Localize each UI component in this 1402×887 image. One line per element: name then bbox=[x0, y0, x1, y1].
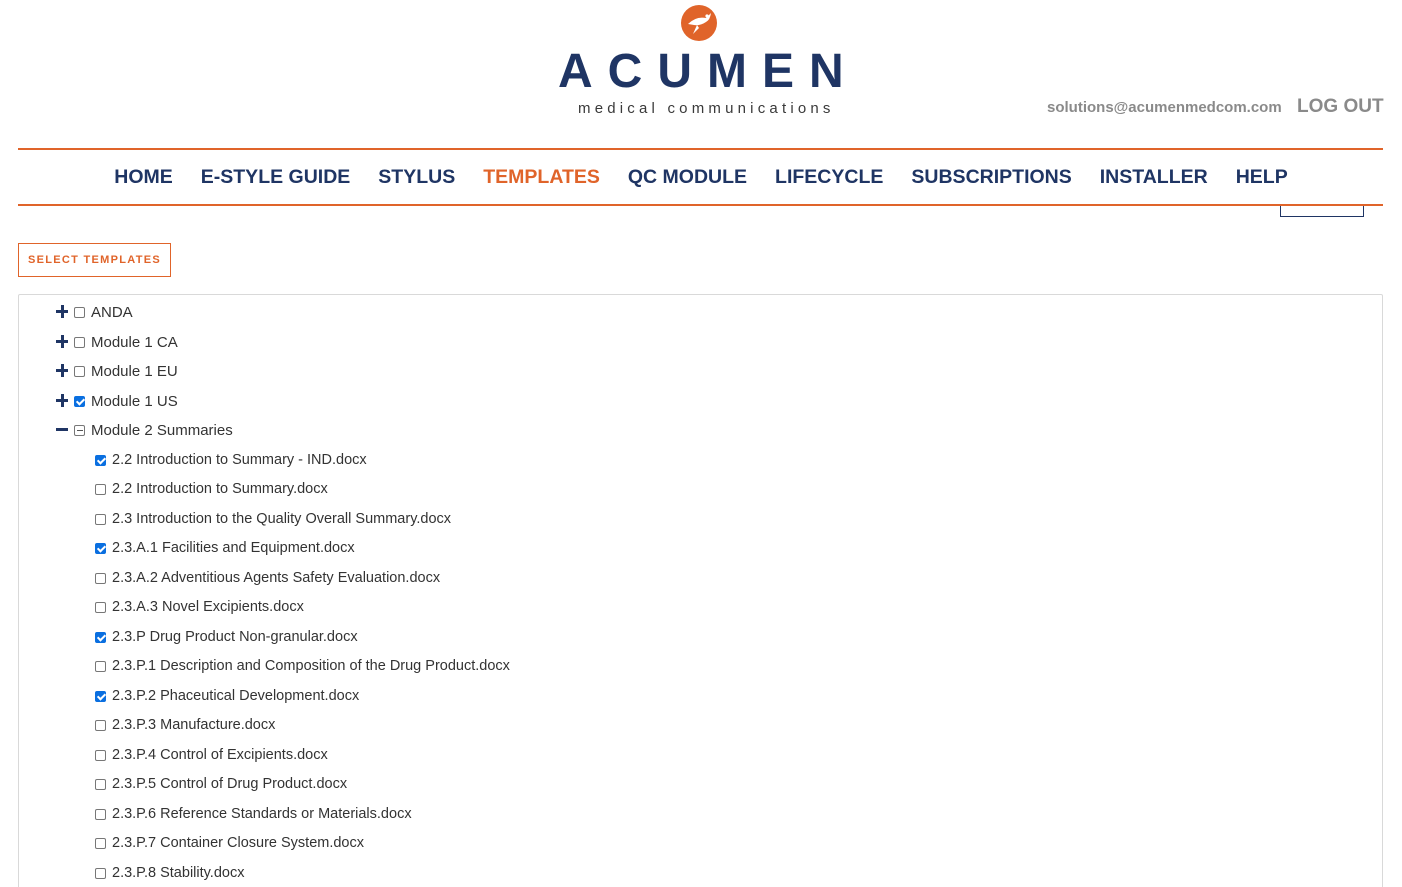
template-tree-panel bbox=[18, 294, 1383, 887]
file-checkbox[interactable] bbox=[95, 454, 106, 466]
page: ACUMEN medical communications solutions@… bbox=[0, 0, 1402, 887]
file-label: 2.3 Introduction to the Quality Overall … bbox=[112, 511, 452, 527]
expand-plus-icon[interactable] bbox=[56, 305, 70, 319]
folder-label: Module 1 CA bbox=[91, 333, 178, 351]
tree-folder-module-2-summaries[interactable]: Module 2 Summaries bbox=[56, 420, 233, 440]
file-checkbox[interactable] bbox=[95, 483, 106, 495]
file-checkbox[interactable] bbox=[95, 513, 106, 525]
nav-bottom-divider bbox=[18, 204, 1383, 206]
file-label: 2.3.A.3 Novel Excipients.docx bbox=[112, 599, 304, 615]
file-checkbox[interactable] bbox=[95, 572, 106, 584]
tree-file-item[interactable]: 2.2 Introduction to Summary.docx bbox=[95, 479, 328, 499]
file-label: 2.3.P.4 Control of Excipients.docx bbox=[112, 747, 328, 763]
tree-file-item[interactable]: 2.3.P.5 Control of Drug Product.docx bbox=[95, 774, 347, 794]
tree-folder-module-1-eu[interactable]: Module 1 EU bbox=[56, 361, 178, 381]
file-checkbox[interactable] bbox=[95, 542, 106, 554]
file-label: 2.3.P.5 Control of Drug Product.docx bbox=[112, 776, 348, 792]
folder-label: Module 1 EU bbox=[91, 362, 178, 380]
file-checkbox[interactable] bbox=[95, 749, 106, 761]
tree-file-item[interactable]: 2.3.P.8 Stability.docx bbox=[95, 863, 244, 883]
file-checkbox[interactable] bbox=[95, 601, 106, 613]
file-checkbox[interactable] bbox=[95, 837, 106, 849]
tree-file-item[interactable]: 2.2 Introduction to Summary - IND.docx bbox=[95, 450, 367, 470]
tree-file-item[interactable]: 2.3.P.4 Control of Excipients.docx bbox=[95, 745, 328, 765]
nav-installer[interactable]: INSTALLER bbox=[1100, 166, 1208, 189]
file-label: 2.3.A.1 Facilities and Equipment.docx bbox=[112, 540, 355, 556]
tree-file-item[interactable]: 2.3.P.3 Manufacture.docx bbox=[95, 715, 275, 735]
file-checkbox[interactable] bbox=[95, 660, 106, 672]
folder-label: ANDA bbox=[91, 303, 133, 321]
tree-folder-module-1-ca[interactable]: Module 1 CA bbox=[56, 332, 178, 352]
file-checkbox[interactable] bbox=[95, 778, 106, 790]
tree-file-item[interactable]: 2.3.A.1 Facilities and Equipment.docx bbox=[95, 538, 355, 558]
tree-file-item[interactable]: 2.3 Introduction to the Quality Overall … bbox=[95, 509, 451, 529]
file-checkbox[interactable] bbox=[95, 690, 106, 702]
nav-stylus[interactable]: STYLUS bbox=[378, 166, 455, 189]
folder-checkbox[interactable] bbox=[74, 306, 85, 318]
nav-help[interactable]: HELP bbox=[1236, 166, 1288, 189]
tree-file-item[interactable]: 2.3.A.2 Adventitious Agents Safety Evalu… bbox=[95, 568, 440, 588]
file-checkbox[interactable] bbox=[95, 867, 106, 879]
folder-label: Module 2 Summaries bbox=[91, 421, 233, 439]
file-label: 2.2 Introduction to Summary - IND.docx bbox=[112, 452, 367, 468]
file-label: 2.3.P.7 Container Closure System.docx bbox=[112, 835, 365, 851]
file-label: 2.3.A.2 Adventitious Agents Safety Evalu… bbox=[112, 570, 441, 586]
file-label: 2.3.P Drug Product Non-granular.docx bbox=[112, 629, 358, 645]
file-label: 2.3.P.2 Phaceutical Development.docx bbox=[112, 688, 360, 704]
nav-dropdown-stub bbox=[1280, 206, 1364, 217]
tree-file-item[interactable]: 2.3.P.1 Description and Composition of t… bbox=[95, 656, 510, 676]
folder-checkbox[interactable] bbox=[74, 365, 85, 377]
file-checkbox[interactable] bbox=[95, 719, 106, 731]
collapse-minus-icon[interactable] bbox=[56, 423, 70, 437]
file-label: 2.3.P.8 Stability.docx bbox=[112, 865, 245, 881]
expand-plus-icon[interactable] bbox=[56, 335, 70, 349]
tree-file-item[interactable]: 2.3.P.7 Container Closure System.docx bbox=[95, 833, 364, 853]
acumen-logo-icon[interactable] bbox=[680, 4, 718, 42]
file-label: 2.3.P.6 Reference Standards or Materials… bbox=[112, 806, 412, 822]
select-templates-button[interactable]: SELECT TEMPLATES bbox=[18, 243, 171, 277]
brand-tagline: medical communications bbox=[578, 100, 835, 117]
user-email: solutions@acumenmedcom.com bbox=[1047, 99, 1282, 116]
folder-checkbox[interactable] bbox=[74, 336, 85, 348]
nav-lifecycle[interactable]: LIFECYCLE bbox=[775, 166, 883, 189]
file-label: 2.3.P.1 Description and Composition of t… bbox=[112, 658, 510, 674]
folder-label: Module 1 US bbox=[91, 392, 178, 410]
nav-templates[interactable]: TEMPLATES bbox=[483, 166, 600, 189]
folder-checkbox[interactable] bbox=[74, 424, 85, 436]
brand-name[interactable]: ACUMEN bbox=[558, 46, 844, 98]
file-label: 2.2 Introduction to Summary.docx bbox=[112, 481, 328, 497]
logout-link[interactable]: LOG OUT bbox=[1297, 96, 1384, 118]
folder-checkbox[interactable] bbox=[74, 395, 85, 407]
expand-plus-icon[interactable] bbox=[56, 394, 70, 408]
file-checkbox[interactable] bbox=[95, 631, 106, 643]
tree-file-item[interactable]: 2.3.P Drug Product Non-granular.docx bbox=[95, 627, 358, 647]
expand-plus-icon[interactable] bbox=[56, 364, 70, 378]
file-label: 2.3.P.3 Manufacture.docx bbox=[112, 717, 276, 733]
tree-folder-anda[interactable]: ANDA bbox=[56, 302, 133, 322]
tree-file-item[interactable]: 2.3.P.2 Phaceutical Development.docx bbox=[95, 686, 359, 706]
tree-file-item[interactable]: 2.3.P.6 Reference Standards or Materials… bbox=[95, 804, 412, 824]
tree-folder-module-1-us[interactable]: Module 1 US bbox=[56, 391, 178, 411]
nav-home[interactable]: HOME bbox=[114, 166, 173, 189]
nav-subscriptions[interactable]: SUBSCRIPTIONS bbox=[911, 166, 1071, 189]
nav-qc-module[interactable]: QC MODULE bbox=[628, 166, 747, 189]
tree-file-item[interactable]: 2.3.A.3 Novel Excipients.docx bbox=[95, 597, 304, 617]
file-checkbox[interactable] bbox=[95, 808, 106, 820]
main-nav: HOME E-STYLE GUIDE STYLUS TEMPLATES QC M… bbox=[0, 150, 1402, 204]
nav-e-style-guide[interactable]: E-STYLE GUIDE bbox=[201, 166, 351, 189]
